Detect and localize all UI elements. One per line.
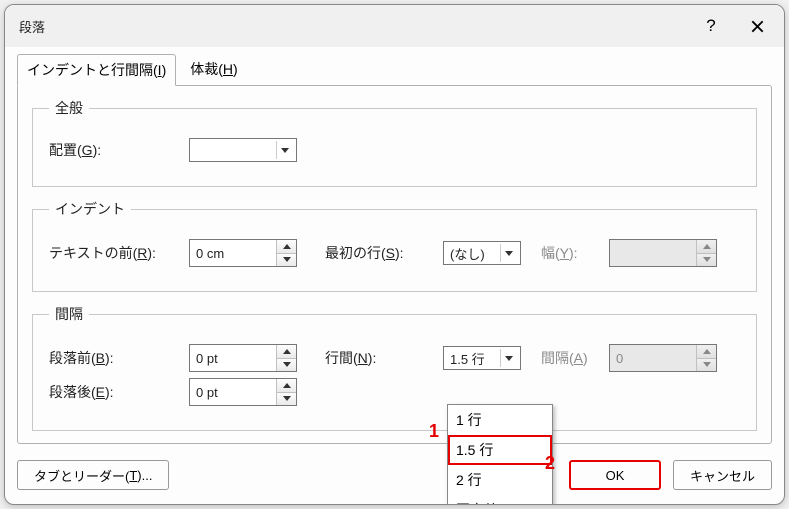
spin-up-icon[interactable] [277,345,296,359]
before-para-spin[interactable]: 0 pt [189,344,297,372]
window-title: 段落 [19,17,688,36]
linespacing-select[interactable]: 1.5 行 [443,346,521,370]
group-spacing-legend: 間隔 [49,304,89,324]
tab-style[interactable]: 体裁(H) [180,53,247,85]
cancel-button[interactable]: キャンセル [673,460,772,490]
firstline-select[interactable]: (なし) [443,241,521,265]
linespacing-option[interactable]: 固定値 [448,495,552,505]
close-icon [751,20,764,33]
ok-button[interactable]: OK [569,460,661,490]
at-spin: 0 [609,344,717,372]
tabbar: インデントと行間隔(I) 体裁(H) [17,53,772,85]
linespacing-dropdown[interactable]: 1 行 1.5 行 2 行 固定値 倍数 [447,404,553,505]
group-spacing: 間隔 段落前(B): 0 pt 行間(N): [32,304,757,431]
spin-up-icon [697,345,716,359]
indent-before-spin[interactable]: 0 cm [189,239,297,267]
group-indent-legend: インデント [49,199,131,219]
spin-down-icon [697,359,716,372]
chevron-down-icon [500,349,516,367]
alignment-select[interactable] [189,138,297,162]
titlebar: 段落 ? [5,5,784,47]
width-spin [609,239,717,267]
after-para-label: 段落後(E): [49,382,181,402]
group-general: 全般 配置(G): [32,98,757,187]
spin-down-icon [697,254,716,267]
chevron-down-icon [500,244,516,262]
group-general-legend: 全般 [49,98,89,118]
linespacing-option[interactable]: 1 行 [448,405,552,435]
tabs-leader-button[interactable]: タブとリーダー(T)... [17,460,169,490]
width-label: 幅(Y): [541,243,601,263]
alignment-label: 配置(G): [49,140,181,160]
dialog-body: インデントと行間隔(I) 体裁(H) 全般 配置(G): [5,47,784,444]
close-button[interactable] [734,9,780,43]
linespacing-option-selected[interactable]: 1.5 行 [448,435,552,465]
spin-down-icon[interactable] [277,393,296,406]
group-indent: インデント テキストの前(R): 0 cm 最初の行(S): [32,199,757,292]
after-para-spin[interactable]: 0 pt [189,378,297,406]
paragraph-dialog: 段落 ? インデントと行間隔(I) 体裁(H) 全般 配置(G): [4,4,785,505]
help-button[interactable]: ? [688,9,734,43]
spin-down-icon[interactable] [277,359,296,372]
tab-panel: 全般 配置(G): インデント テキストの前(R): [17,85,772,444]
footer: タブとリーダー(T)... OK キャンセル [17,460,772,490]
spin-down-icon[interactable] [277,254,296,267]
indent-before-label: テキストの前(R): [49,243,181,263]
spin-up-icon [697,240,716,254]
spin-up-icon[interactable] [277,379,296,393]
tab-indent-spacing[interactable]: インデントと行間隔(I) [17,54,176,86]
linespacing-option[interactable]: 2 行 [448,465,552,495]
before-para-label: 段落前(B): [49,348,181,368]
spin-up-icon[interactable] [277,240,296,254]
chevron-down-icon [276,141,292,159]
firstline-label: 最初の行(S): [325,243,435,263]
at-label: 間隔(A) [541,348,601,368]
linespacing-label: 行間(N): [325,348,435,368]
